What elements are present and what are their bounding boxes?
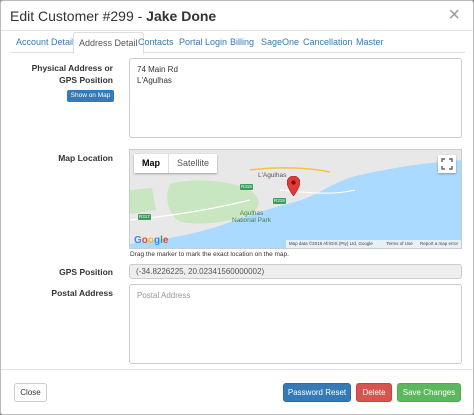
address-line-2: L'Agulhas: [137, 76, 172, 85]
tab-account-detail[interactable]: Account Detail: [11, 32, 79, 53]
postal-address-label: Postal Address: [51, 288, 113, 298]
title-prefix: Edit Customer #299 -: [10, 8, 147, 24]
map-type-control: Map Satellite: [134, 154, 218, 173]
physical-address-label: Physical Address or GPS Position: [21, 63, 113, 85]
password-reset-button[interactable]: Password Reset: [283, 383, 351, 402]
modal-header: Edit Customer #299 - Jake Done ×: [1, 1, 473, 31]
physical-address-field[interactable]: 74 Main Rd L'Agulhas: [129, 58, 462, 138]
map-attribution: Map data ©2018 AfriGIS (Pty) Ltd, Google: [288, 241, 373, 246]
road-shield-r317: R317: [138, 214, 151, 220]
tab-portal-login[interactable]: Portal Login: [174, 32, 232, 53]
road-shield-r319: R319: [240, 184, 253, 190]
gps-position-field: (-34.8226225, 20.02341560000002): [129, 264, 462, 279]
tab-bar: Account Detail Address Detail Contacts P…: [11, 32, 465, 54]
park-name-line2: National Park: [232, 217, 272, 224]
map-type-map[interactable]: Map: [134, 154, 168, 173]
close-icon[interactable]: ×: [448, 5, 460, 25]
save-changes-button[interactable]: Save Changes: [397, 383, 461, 402]
terms-of-use-link[interactable]: Terms of Use: [386, 241, 413, 246]
road-shield-r319-second: R319: [273, 198, 286, 204]
show-on-map-button[interactable]: Show on Map: [67, 90, 114, 102]
tab-cancellation[interactable]: Cancellation: [298, 32, 358, 53]
google-logo: Google: [134, 235, 169, 246]
map-location-label: Map Location: [58, 153, 113, 163]
fullscreen-icon[interactable]: [438, 155, 456, 173]
address-line-1: 74 Main Rd: [137, 65, 178, 74]
gps-position-label: GPS Position: [59, 267, 113, 277]
customer-name: Jake Done: [146, 8, 217, 24]
map-attribution-bar: Map data ©2018 AfriGIS (Pty) Ltd, Google…: [285, 240, 461, 248]
map-view[interactable]: Map Satellite L'Agulhas Agulhas National…: [129, 149, 462, 249]
postal-address-field[interactable]: Postal Address: [129, 284, 462, 364]
delete-button[interactable]: Delete: [356, 383, 392, 402]
place-label-town: L'Agulhas: [258, 172, 287, 179]
physical-address-label-line1: Physical Address or: [31, 63, 113, 73]
tab-master[interactable]: Master: [351, 32, 389, 53]
report-map-error-link[interactable]: Report a map error: [420, 241, 458, 246]
tab-billing[interactable]: Billing: [225, 32, 259, 53]
physical-address-label-line2: GPS Position: [59, 75, 113, 85]
map-hint-text: Drag the marker to mark the exact locati…: [130, 251, 289, 258]
close-button[interactable]: Close: [14, 383, 47, 402]
map-marker-icon[interactable]: [286, 175, 301, 201]
map-type-satellite[interactable]: Satellite: [168, 154, 217, 173]
edit-customer-modal: Edit Customer #299 - Jake Done × Account…: [0, 0, 474, 415]
tab-sageone[interactable]: SageOne: [256, 32, 304, 53]
tab-contacts[interactable]: Contacts: [133, 32, 179, 53]
park-name-line1: Agulhas: [239, 210, 264, 217]
modal-title: Edit Customer #299 - Jake Done: [10, 8, 216, 24]
place-label-park: Agulhas National Park: [232, 210, 271, 224]
